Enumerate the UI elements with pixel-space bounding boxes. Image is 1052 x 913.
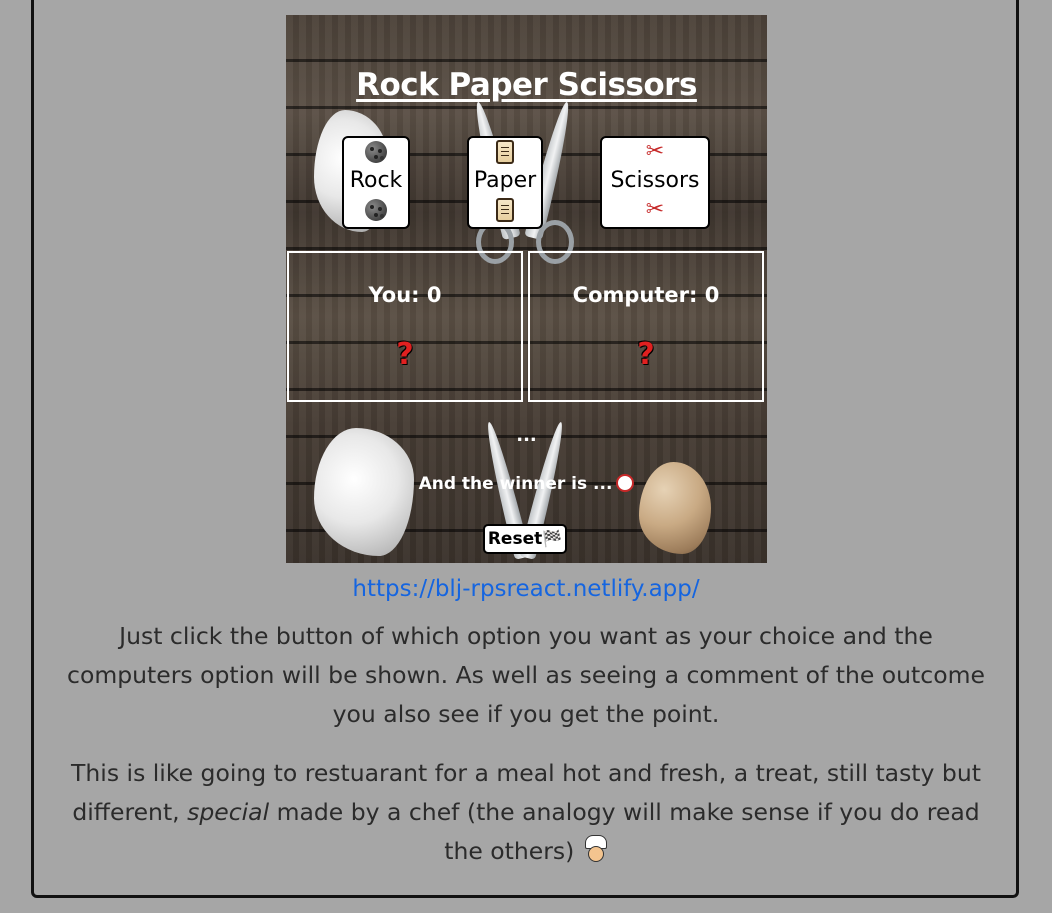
winner-text: And the winner is ... — [418, 474, 613, 494]
computer-score: Computer: 0 — [572, 283, 720, 307]
chef-icon — [582, 835, 608, 863]
reset-button[interactable]: Reset🏁 — [483, 524, 567, 554]
scissors-button[interactable]: ✂ Scissors ✂ — [600, 136, 710, 229]
computer-choice-question-icon: ? — [637, 337, 655, 372]
scissors-icon: ✂ — [645, 197, 665, 222]
rock-icon — [365, 199, 387, 221]
reset-label: Reset — [487, 529, 543, 549]
project-analogy: This is like going to restuarant for a m… — [56, 754, 996, 871]
drum-icon — [616, 474, 635, 492]
player-panel: You: 0 ? — [287, 251, 523, 402]
analogy-emphasis: special — [187, 798, 270, 826]
player-choice-question-icon: ? — [396, 337, 414, 372]
project-screenshot: Rock Paper Scissors Rock Paper ✂ Scissor… — [286, 15, 767, 563]
paper-button[interactable]: Paper — [467, 136, 543, 229]
scroll-icon — [496, 140, 514, 164]
paper-label: Paper — [473, 168, 537, 193]
project-link[interactable]: https://blj-rpsreact.netlify.app/ — [0, 576, 1052, 602]
scissors-icon: ✂ — [645, 139, 665, 164]
scissors-label: Scissors — [610, 168, 700, 193]
winner-line: And the winner is ... — [286, 474, 767, 494]
analogy-text-end: made by a chef (the analogy will make se… — [269, 798, 980, 865]
rock-button[interactable]: Rock — [342, 136, 410, 229]
chequered-flag-icon: 🏁 — [542, 529, 563, 548]
scroll-icon — [496, 198, 514, 222]
game-title: Rock Paper Scissors — [356, 67, 697, 103]
rock-icon — [365, 141, 387, 163]
outcome-comment: ... — [516, 425, 537, 446]
rock-label: Rock — [349, 168, 403, 193]
project-description: Just click the button of which option yo… — [67, 622, 985, 728]
player-score: You: 0 — [368, 283, 442, 307]
computer-panel: Computer: 0 ? — [528, 251, 764, 402]
